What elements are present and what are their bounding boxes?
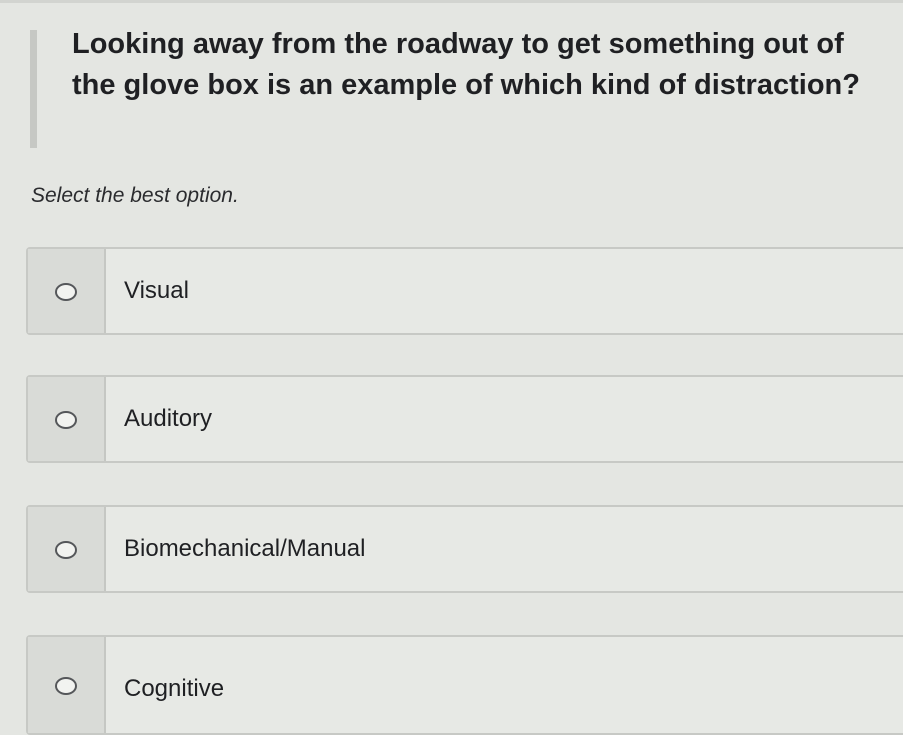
option-visual[interactable]: Visual [26,247,903,335]
option-cognitive[interactable]: Cognitive [26,635,903,735]
option-label: Auditory [124,405,213,432]
question-text: Looking away from the roadway to get som… [72,28,860,101]
instruction-text: Select the best option. [31,184,239,207]
option-label: Biomechanical/Manual [124,535,366,562]
top-divider [0,0,903,3]
radio-button[interactable] [55,541,77,559]
option-label: Visual [124,277,189,304]
radio-button[interactable] [55,677,77,695]
option-label: Cognitive [124,675,225,702]
option-biomechanical-manual[interactable]: Biomechanical/Manual [26,505,903,593]
option-auditory[interactable]: Auditory [26,375,903,463]
radio-cell[interactable] [28,507,106,591]
radio-cell[interactable] [28,249,106,333]
radio-cell[interactable] [28,377,106,461]
radio-cell[interactable] [28,637,106,733]
radio-button[interactable] [55,411,77,429]
question-accent-bar [30,30,37,148]
radio-button[interactable] [55,283,77,301]
